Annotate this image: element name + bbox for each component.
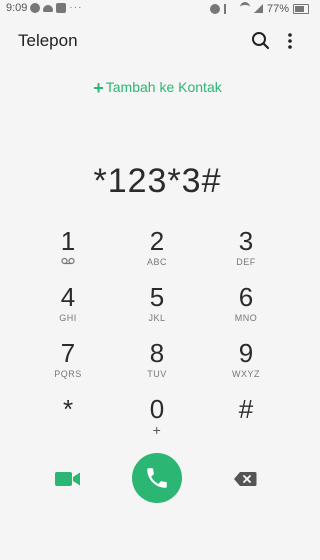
key-digit: 6 (238, 282, 254, 312)
youtube-notification-icon (56, 3, 67, 13)
alarm-icon (209, 3, 220, 14)
key-9[interactable]: 9 WXYZ (201, 338, 291, 388)
whatsapp-notification-icon (30, 3, 41, 13)
backspace-icon (234, 472, 257, 486)
key-digit: 7 (60, 338, 76, 368)
add-to-contact-link[interactable]: + Tambah ke Kontak (0, 78, 315, 99)
video-call-button[interactable] (52, 466, 84, 492)
key-digit: 1 (60, 226, 76, 256)
status-left: 9:09 ··· (6, 2, 82, 14)
key-8[interactable]: 8 TUV (112, 338, 202, 388)
key-letters: MNO (234, 313, 258, 323)
mute-icon (223, 3, 236, 14)
key-3[interactable]: 3 DEF (201, 226, 291, 276)
key-digit: 3 (238, 226, 254, 256)
wifi-icon (239, 2, 250, 15)
key-7[interactable]: 7 PQRS (23, 338, 113, 388)
key-letters: JKL (148, 313, 166, 323)
key-2[interactable]: 2 ABC (112, 226, 202, 276)
key-1[interactable]: 1 (23, 226, 113, 276)
key-star[interactable]: * (23, 394, 113, 444)
key-letters: PQRS (54, 369, 82, 379)
key-digit: 9 (238, 338, 254, 368)
phone-icon (147, 468, 167, 488)
key-digit: 5 (149, 282, 165, 312)
key-5[interactable]: 5 JKL (112, 282, 202, 332)
plus-icon: + (93, 78, 104, 98)
key-letters: DEF (236, 257, 256, 267)
backspace-button[interactable] (232, 468, 258, 490)
key-digit: * (62, 394, 74, 424)
battery-percent: 77% (266, 2, 289, 15)
more-vert-icon (288, 33, 292, 49)
cloud-notification-icon (43, 4, 54, 12)
key-digit: # (238, 394, 254, 424)
more-notifications-icon: ··· (69, 2, 83, 13)
key-digit: 8 (149, 338, 165, 368)
key-hash[interactable]: # (201, 394, 291, 444)
key-letters: GHI (59, 313, 77, 323)
more-options-button[interactable] (280, 28, 300, 54)
key-4[interactable]: 4 GHI (23, 282, 113, 332)
video-call-icon (55, 472, 80, 486)
status-bar: 9:09 ··· 77% (0, 0, 315, 18)
key-0[interactable]: 0 + (112, 394, 202, 444)
key-digit: 0 (149, 394, 165, 424)
key-letters: WXYZ (232, 369, 260, 379)
key-letters: ABC (146, 257, 167, 267)
key-6[interactable]: 6 MNO (201, 282, 291, 332)
battery-icon (293, 3, 309, 14)
dialed-number[interactable]: *123*3# (0, 162, 315, 201)
add-to-contact-label: Tambah ke Kontak (105, 79, 222, 95)
voicemail-icon (23, 256, 113, 268)
key-digit: 2 (149, 226, 165, 256)
status-right: 77% (209, 2, 309, 15)
page-title: Telepon (18, 31, 78, 50)
search-button[interactable] (248, 28, 274, 54)
key-digit: 4 (60, 282, 76, 312)
search-icon (252, 32, 270, 50)
status-time: 9:09 (6, 2, 28, 14)
key-letters: TUV (147, 369, 167, 379)
call-button[interactable] (132, 453, 182, 503)
signal-icon (253, 4, 263, 13)
app-bar: Telepon (0, 22, 315, 62)
key-letters: + (152, 422, 162, 438)
